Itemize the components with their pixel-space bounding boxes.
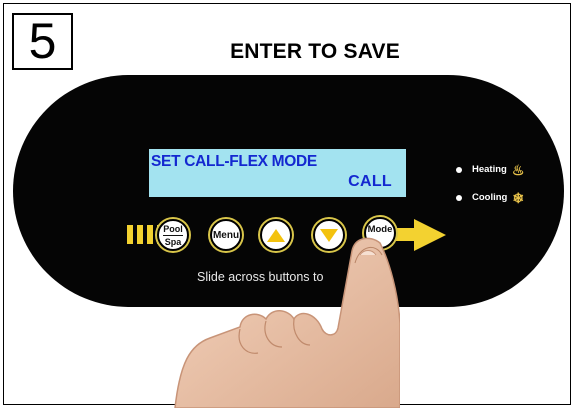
cooling-led [456, 194, 462, 201]
cooling-indicator: Cooling ❄ [456, 189, 525, 206]
slide-bar [127, 225, 133, 244]
flame-icon: ♨ [511, 161, 525, 178]
pool-label: Pool [163, 223, 183, 234]
lcd-display: SET CALL-FLEX MODE CALL [149, 149, 406, 197]
step-number-box: 5 [12, 13, 73, 70]
step-number: 5 [28, 13, 57, 69]
heating-indicator: Heating ♨ [456, 161, 525, 178]
pointing-hand-icon [174, 237, 400, 408]
lcd-line-1: SET CALL-FLEX MODE [151, 153, 317, 170]
slide-bar [137, 225, 143, 244]
slide-arrow-icon [414, 219, 446, 251]
heating-led [456, 166, 462, 173]
page-title: ENTER TO SAVE [230, 40, 400, 63]
snowflake-icon: ❄ [512, 189, 525, 206]
heating-label: Heating [472, 164, 507, 175]
lcd-line-2: CALL [348, 173, 392, 190]
cooling-label: Cooling [472, 192, 508, 203]
